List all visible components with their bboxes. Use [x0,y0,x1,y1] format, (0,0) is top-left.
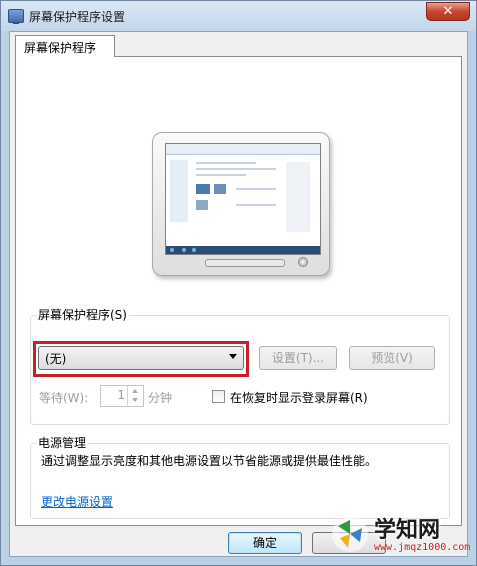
resume-login-checkbox[interactable] [212,390,225,403]
title-bar[interactable]: 屏幕保护程序设置 ✕ [1,1,476,31]
resume-login-label[interactable]: 在恢复时显示登录屏幕(R) [230,389,368,406]
screensaver-group-label: 屏幕保护程序(S) [36,306,129,323]
tab-panel: 屏幕保护程序(S) (无) 设置(T)... 预览(V) 等待(W): 1 分钟… [15,56,462,526]
chevron-down-icon[interactable] [132,398,138,402]
preview-button[interactable]: 预览(V) [349,346,435,370]
stepper-buttons[interactable] [127,386,143,406]
minutes-label: 分钟 [148,391,173,405]
watermark-title: 学知网 [374,518,441,543]
watermark-logo-icon [332,516,368,552]
display-icon [8,9,24,24]
power-group-label: 电源管理 [36,434,89,451]
settings-button[interactable]: 设置(T)... [259,346,337,370]
watermark: 学知网 www.jmqz1000.com [330,512,470,562]
tab-screensaver[interactable]: 屏幕保护程序 [15,35,115,57]
wait-value: 1 [117,388,125,402]
chevron-up-icon[interactable] [132,389,138,393]
wait-label: 等待(W): [39,391,89,405]
close-button[interactable]: ✕ [426,2,470,21]
dialog-window: 屏幕保护程序设置 ✕ 屏幕保护程序 屏幕保护程序(S) (无) 设置(T)...… [0,0,477,566]
power-button-icon [298,257,308,267]
wait-minutes-stepper[interactable]: 1 [100,385,144,407]
ok-button[interactable]: 确定 [228,532,302,554]
dialog-body: 屏幕保护程序 屏幕保护程序(S) (无) 设置(T)... 预览(V) 等待(W… [9,31,468,557]
power-description: 通过调整显示亮度和其他电源设置以节省能源或提供最佳性能。 [41,454,378,468]
preview-screen [165,143,321,255]
watermark-url: www.jmqz1000.com [374,542,471,553]
monitor-slot [205,259,285,267]
highlight-box [33,341,249,377]
change-power-settings-link[interactable]: 更改电源设置 [41,493,113,510]
window-title: 屏幕保护程序设置 [29,10,126,24]
monitor-preview [152,132,330,276]
